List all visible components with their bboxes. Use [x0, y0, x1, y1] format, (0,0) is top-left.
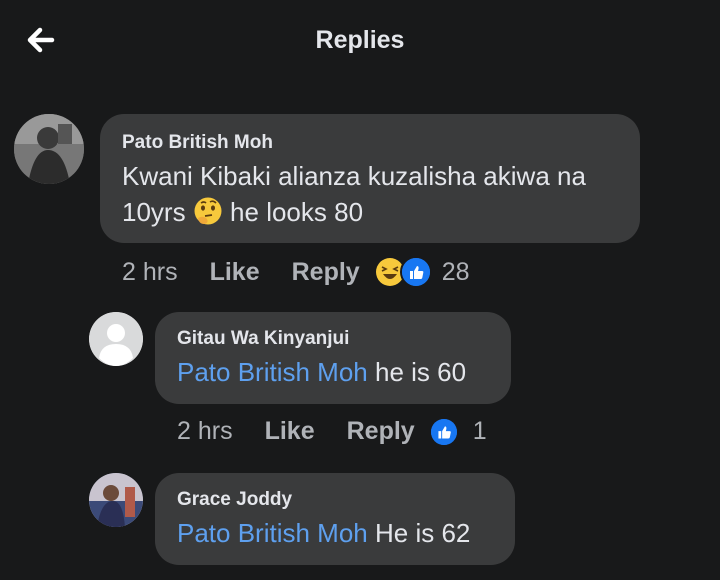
- like-reaction-icon: [430, 418, 457, 445]
- default-profile-icon: [89, 312, 143, 366]
- reply-actions: 2 hrs Like Reply 1: [177, 417, 487, 446]
- mention-link[interactable]: Pato British Moh: [177, 357, 368, 387]
- reply-author[interactable]: Grace Joddy: [177, 489, 493, 511]
- reply-button[interactable]: Reply: [347, 417, 415, 446]
- avatar[interactable]: [89, 312, 143, 366]
- reply-author[interactable]: Gitau Wa Kinyanjui: [177, 328, 489, 350]
- reaction-count: 1: [472, 417, 487, 445]
- reply-bubble: Gitau Wa Kinyanjui Pato British Moh he i…: [155, 312, 511, 404]
- thinking-face-emoji-icon: [193, 196, 223, 226]
- comment-text: Kwani Kibaki alianza kuzalisha akiwa na …: [122, 158, 618, 230]
- comment-actions: 2 hrs Like Reply 28: [122, 256, 470, 288]
- comment-author[interactable]: Pato British Moh: [122, 132, 618, 154]
- person-photo-icon: [89, 473, 143, 527]
- reactions-summary[interactable]: 28: [375, 256, 470, 288]
- reply-bubble: Grace Joddy Pato British Moh He is 62: [155, 473, 515, 565]
- like-reaction-icon: [399, 256, 432, 288]
- comment-bubble: Pato British Moh Kwani Kibaki alianza ku…: [100, 114, 640, 243]
- top-bar: Replies: [0, 0, 720, 84]
- reply-button[interactable]: Reply: [292, 258, 360, 287]
- reaction-count: 28: [441, 257, 470, 286]
- reply-text: Pato British Moh He is 62: [177, 515, 493, 551]
- mention-link[interactable]: Pato British Moh: [177, 518, 368, 548]
- reply-text-body: He is 62: [374, 518, 471, 548]
- reply-time[interactable]: 2 hrs: [177, 417, 233, 446]
- reactions-summary[interactable]: 1: [430, 417, 487, 446]
- person-photo-icon: [14, 114, 84, 184]
- page-title: Replies: [315, 26, 405, 54]
- reply-text: Pato British Moh he is 60: [177, 354, 489, 390]
- like-button[interactable]: Like: [265, 417, 315, 446]
- like-button[interactable]: Like: [210, 258, 260, 287]
- avatar[interactable]: [89, 473, 143, 527]
- avatar[interactable]: [14, 114, 84, 184]
- comment-text-part2: he looks 80: [230, 197, 364, 227]
- comment-time[interactable]: 2 hrs: [122, 258, 178, 287]
- reply-text-body: he is 60: [374, 357, 467, 387]
